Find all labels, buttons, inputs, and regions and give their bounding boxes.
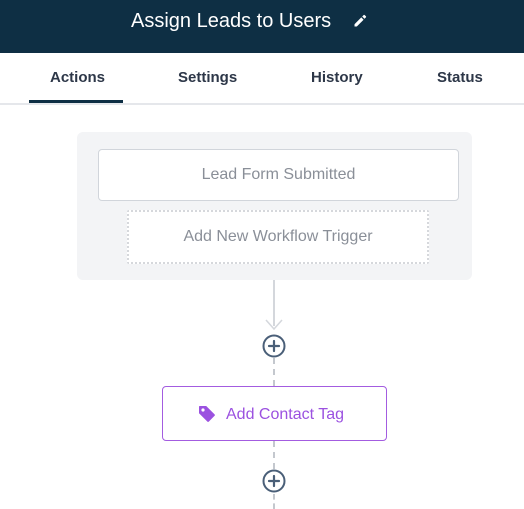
action-label: Add Contact Tag bbox=[226, 406, 345, 423]
add-step-plus-icon[interactable] bbox=[262, 469, 286, 493]
action-card-add-contact-tag[interactable]: Add Contact Tag bbox=[162, 386, 387, 441]
active-tab-indicator bbox=[29, 100, 123, 103]
add-trigger-button[interactable]: Add New Workflow Trigger bbox=[127, 210, 429, 264]
tab-status[interactable]: Status bbox=[437, 53, 483, 103]
add-step-plus-icon[interactable] bbox=[262, 334, 286, 358]
workflow-title: Assign Leads to Users bbox=[131, 10, 332, 32]
connector-line-dashed bbox=[273, 494, 275, 509]
tab-actions[interactable]: Actions bbox=[50, 53, 105, 103]
trigger-card[interactable]: Lead Form Submitted bbox=[98, 149, 459, 201]
tab-history[interactable]: History bbox=[311, 53, 363, 103]
arrow-down-icon bbox=[264, 318, 284, 332]
connector-line-dashed bbox=[273, 441, 275, 469]
tab-bar: Actions Settings History Status bbox=[0, 53, 524, 105]
workflow-header: Assign Leads to Users bbox=[0, 0, 524, 53]
connector-line-dashed bbox=[273, 358, 275, 386]
pencil-icon[interactable] bbox=[352, 13, 368, 29]
tag-icon bbox=[198, 405, 216, 423]
tab-settings[interactable]: Settings bbox=[178, 53, 237, 103]
